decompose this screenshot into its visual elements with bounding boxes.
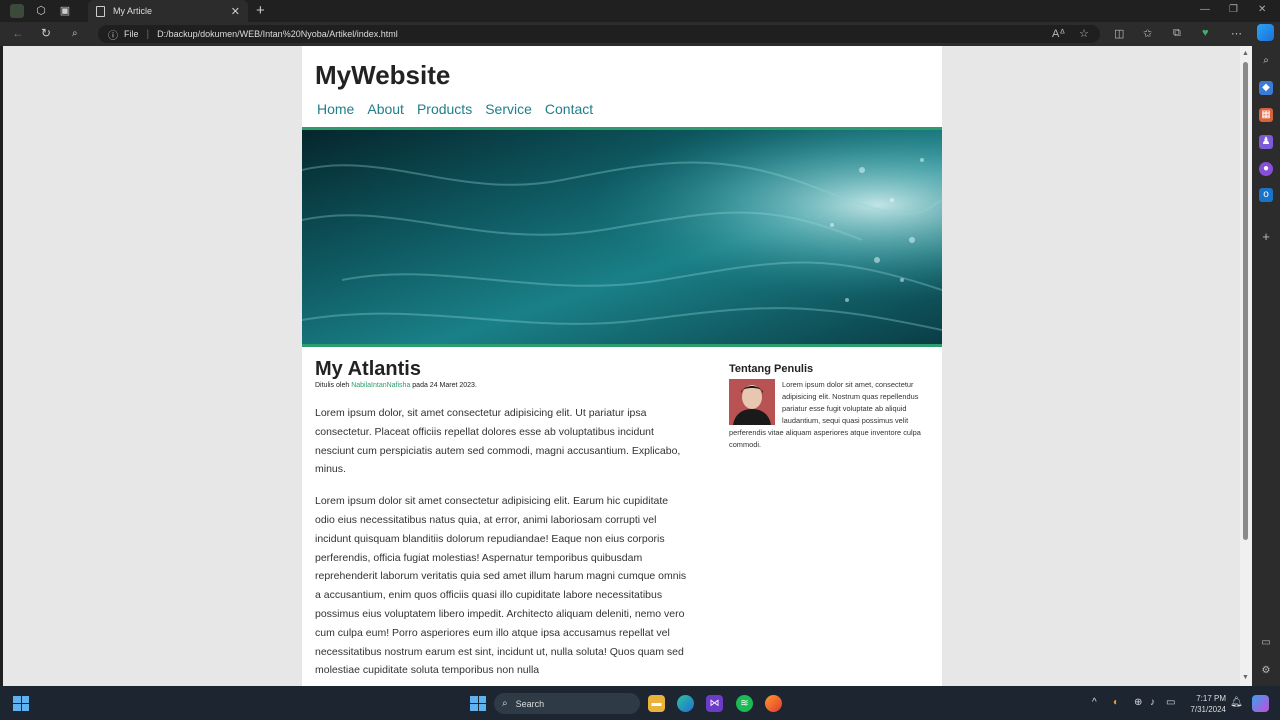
tab-my-article[interactable]: My Article ✕ — [88, 0, 248, 22]
profile-icon[interactable] — [10, 4, 24, 18]
author-avatar — [729, 379, 775, 425]
battery-icon[interactable]: ▭ — [1166, 697, 1175, 708]
window-close-icon[interactable]: ✕ — [1258, 4, 1266, 15]
nav-about[interactable]: About — [367, 101, 404, 117]
firefox-icon[interactable] — [765, 695, 782, 712]
page-container: MyWebsite Home About Products Service Co… — [302, 46, 942, 686]
site-title: MyWebsite — [315, 60, 451, 90]
file-explorer-icon[interactable]: ▬ — [648, 695, 665, 712]
url-text[interactable]: D:/backup/dokumen/WEB/Intan%20Nyoba/Arti… — [157, 29, 398, 39]
copilot-taskbar-icon[interactable] — [1252, 695, 1269, 712]
clock-time: 7:17 PM — [1196, 694, 1226, 703]
nav-contact[interactable]: Contact — [545, 101, 593, 117]
add-sidebar-app-icon[interactable]: + — [1259, 230, 1273, 244]
favorites-icon[interactable]: ✩ — [1143, 27, 1152, 40]
spotify-icon[interactable]: ≋ — [736, 695, 753, 712]
split-screen-icon[interactable]: ◫ — [1114, 27, 1124, 40]
aside-body: Lorem ipsum dolor sit amet, consectetur … — [729, 379, 929, 451]
visual-studio-icon[interactable]: ⋈ — [706, 695, 723, 712]
start-button-icon[interactable] — [470, 696, 486, 711]
tab-title: My Article — [113, 6, 153, 16]
article-paragraph-2: Lorem ipsum dolor sit amet consectetur a… — [315, 495, 687, 677]
byline-prefix: Ditulis oleh — [315, 382, 352, 389]
address-bar[interactable]: ⓘ File | D:/backup/dokumen/WEB/Intan%20N… — [98, 25, 1100, 43]
taskbar-search-text: Search — [515, 698, 545, 709]
about-author: Tentang Penulis Lorem ipsum dolor sit am… — [729, 363, 929, 451]
workspaces-icon[interactable]: ⬡ — [34, 4, 48, 18]
widgets-icon[interactable] — [13, 696, 29, 711]
collections-icon[interactable]: ⧉ — [1173, 27, 1181, 40]
author-link[interactable]: NabilaIntanNafisha — [351, 382, 410, 389]
refresh-icon[interactable]: ↻ — [41, 26, 51, 40]
sidebar-screen-icon[interactable]: ▭ — [1259, 636, 1273, 650]
tray-overflow-icon[interactable]: ^ — [1092, 697, 1097, 708]
windows-taskbar: ⌕ Search ▬ ⋈ ≋ ^ ◐ ⊕ ♪ ▭ 7:17 PM 7/31/20… — [0, 686, 1280, 720]
clock-date: 7/31/2024 — [1190, 705, 1226, 714]
network-icon[interactable]: ⊕ — [1134, 697, 1142, 708]
sidebar-settings-icon[interactable]: ⚙ — [1259, 664, 1273, 678]
site-info-icon[interactable]: ⓘ — [108, 27, 118, 42]
browser-essentials-icon[interactable]: ♥ — [1202, 27, 1209, 39]
page-viewport: MyWebsite Home About Products Service Co… — [3, 46, 1240, 686]
page-scrollbar[interactable]: ▲ ▼ — [1240, 46, 1252, 686]
back-icon[interactable]: ← — [12, 26, 24, 40]
search-icon[interactable]: ⌕ — [72, 28, 78, 39]
taskbar-search-icon: ⌕ — [502, 698, 508, 709]
more-menu-icon[interactable]: ⋯ — [1231, 27, 1242, 40]
edge-taskbar-icon[interactable] — [677, 695, 694, 712]
scroll-down-icon[interactable]: ▼ — [1242, 674, 1249, 681]
aside-title: Tentang Penulis — [729, 363, 814, 375]
read-aloud-icon[interactable]: Aᐞ — [1052, 27, 1065, 40]
url-separator: | — [146, 28, 150, 40]
restore-icon[interactable]: ❐ — [1229, 4, 1238, 15]
nav-products[interactable]: Products — [417, 101, 472, 117]
nav-service[interactable]: Service — [485, 101, 532, 117]
page-icon — [96, 5, 105, 17]
nav-home[interactable]: Home — [317, 101, 354, 117]
scroll-thumb[interactable] — [1243, 62, 1248, 540]
volume-icon[interactable]: ♪ — [1150, 697, 1155, 708]
main-nav: Home About Products Service Contact — [317, 101, 593, 117]
notification-bell-icon[interactable]: 🔔︎ — [1230, 697, 1243, 708]
taskbar-clock[interactable]: 7:17 PM 7/31/2024 — [1188, 693, 1226, 715]
article: My Atlantis Ditulis oleh NabilaIntanNafi… — [315, 358, 690, 680]
hero-image — [302, 127, 942, 347]
minimize-icon[interactable]: — — [1200, 4, 1210, 15]
close-tab-icon[interactable]: ✕ — [231, 5, 240, 18]
outlook-icon[interactable]: o — [1259, 188, 1273, 202]
shopping-icon[interactable]: ◆ — [1259, 81, 1273, 95]
copilot-icon[interactable] — [1257, 24, 1274, 41]
sidebar-search-icon[interactable]: ⌕ — [1259, 54, 1273, 68]
article-byline: Ditulis oleh NabilaIntanNafisha pada 24 … — [315, 382, 690, 389]
scroll-up-icon[interactable]: ▲ — [1242, 50, 1249, 57]
favorite-star-icon[interactable]: ☆ — [1079, 27, 1089, 40]
copilot-sidebar-icon[interactable]: ● — [1259, 162, 1273, 176]
tray-app-icon[interactable]: ◐ — [1113, 697, 1119, 708]
byline-suffix: pada 24 Maret 2023. — [410, 382, 477, 389]
edge-sidebar: ⌕ ◆ ▦ ♟ ● o + ▭ ⚙ — [1252, 46, 1280, 686]
article-paragraph-1: Lorem ipsum dolor, sit amet consectetur … — [315, 407, 681, 476]
taskbar-search[interactable]: ⌕ Search — [494, 693, 640, 714]
article-title: My Atlantis — [315, 358, 421, 380]
url-scheme: File — [124, 29, 139, 39]
tab-actions-icon[interactable]: ▣ — [58, 4, 72, 18]
tools-icon[interactable]: ▦ — [1259, 108, 1273, 122]
games-icon[interactable]: ♟ — [1259, 135, 1273, 149]
new-tab-button[interactable]: + — [256, 2, 265, 19]
